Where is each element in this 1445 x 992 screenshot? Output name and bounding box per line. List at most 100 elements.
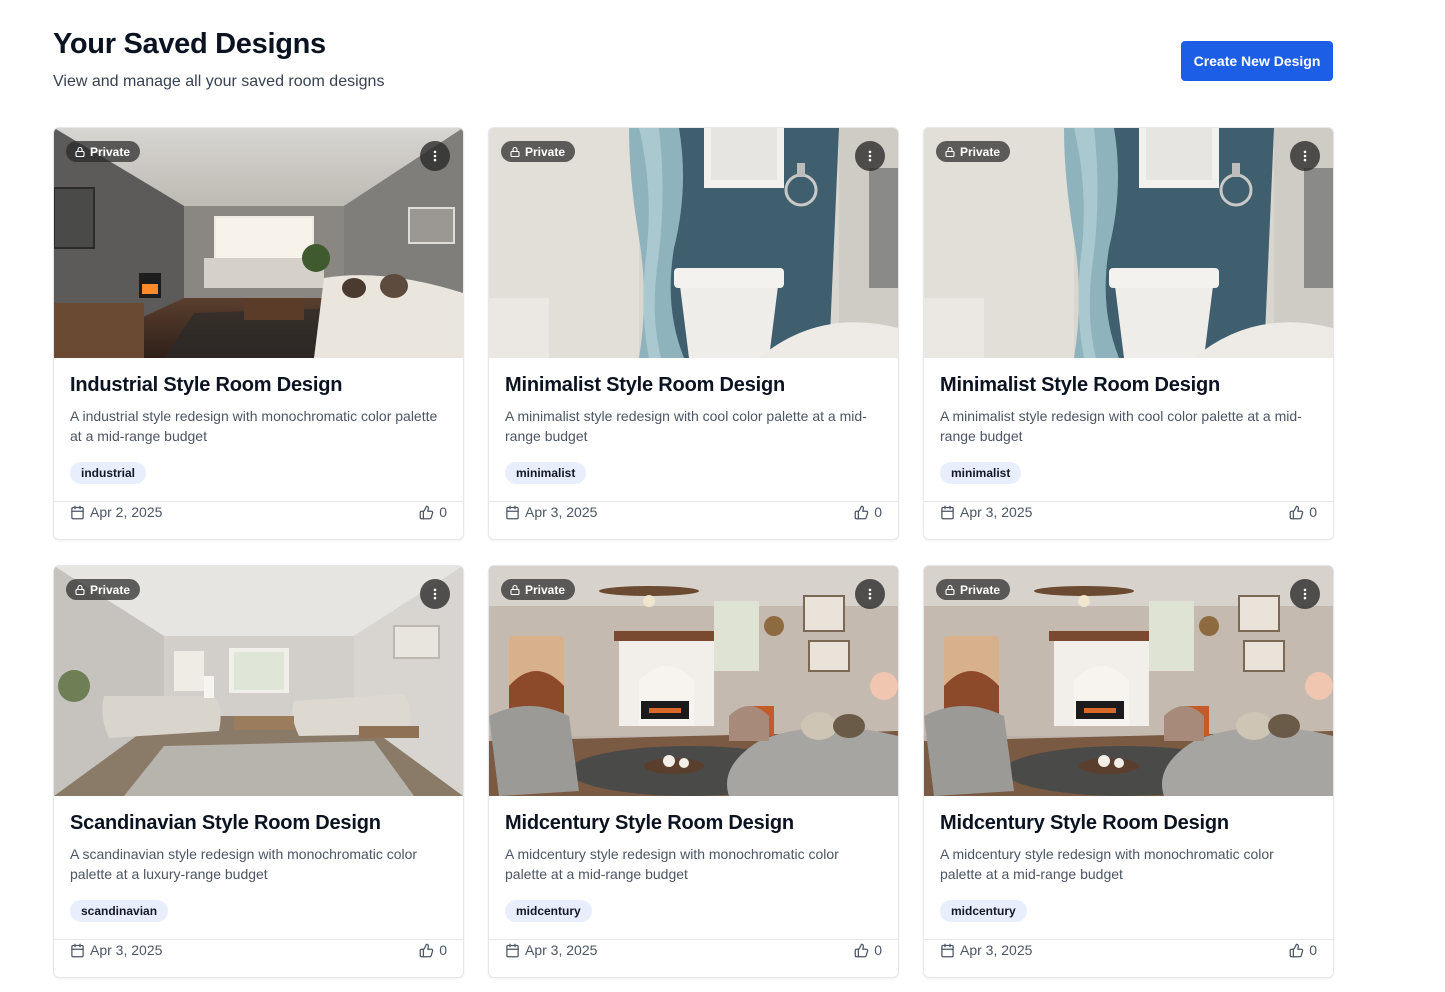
design-card[interactable]: Private Industrial Style Room Design A i… <box>53 127 464 540</box>
card-description: A midcentury style redesign with monochr… <box>505 846 839 882</box>
card-title[interactable]: Minimalist Style Room Design <box>505 374 882 397</box>
card-date: Apr 2, 2025 <box>70 504 162 520</box>
card-body: Minimalist Style Room Design A minimalis… <box>940 358 1317 484</box>
card-body: Industrial Style Room Design A industria… <box>70 358 447 484</box>
card-menu-button[interactable] <box>420 579 450 609</box>
visibility-label: Private <box>960 582 1001 597</box>
design-thumbnail[interactable]: Private <box>54 566 463 796</box>
date-text: Apr 3, 2025 <box>525 942 598 958</box>
like-button[interactable]: 0 <box>419 942 447 958</box>
like-button[interactable]: 0 <box>419 504 447 520</box>
date-text: Apr 3, 2025 <box>960 942 1033 958</box>
design-thumbnail[interactable]: Private <box>54 128 463 358</box>
card-title[interactable]: Minimalist Style Room Design <box>940 374 1317 397</box>
design-thumbnail[interactable]: Private <box>489 566 898 796</box>
saved-designs-page: Your Saved Designs View and manage all y… <box>0 0 1445 992</box>
more-vertical-icon <box>1303 588 1307 600</box>
create-new-design-button[interactable]: Create New Design <box>1181 41 1333 81</box>
card-menu-button[interactable] <box>1290 579 1320 609</box>
style-tag[interactable]: scandinavian <box>70 900 169 922</box>
card-menu-button[interactable] <box>855 579 885 609</box>
likes-count: 0 <box>439 942 447 958</box>
card-footer: Apr 3, 2025 0 <box>489 501 898 539</box>
style-tag[interactable]: midcentury <box>940 900 1027 922</box>
minimalist-bathroom-image <box>489 128 898 358</box>
design-card[interactable]: Private Minimalist Style Room Design A m… <box>488 127 899 540</box>
visibility-label: Private <box>90 582 131 597</box>
card-title[interactable]: Midcentury Style Room Design <box>505 812 882 835</box>
visibility-label: Private <box>525 144 566 159</box>
card-menu-button[interactable] <box>855 141 885 171</box>
private-badge: Private <box>501 579 576 600</box>
private-badge: Private <box>936 579 1011 600</box>
thumbs-up-icon <box>854 505 869 519</box>
calendar-icon <box>941 943 954 957</box>
card-description: A scandinavian style redesign with monoc… <box>70 846 418 882</box>
card-body: Scandinavian Style Room Design A scandin… <box>70 796 447 922</box>
card-description: A minimalist style redesign with cool co… <box>505 408 867 444</box>
likes-count: 0 <box>874 942 882 958</box>
design-card[interactable]: Private Midcentury Style Room Design A m… <box>923 565 1334 978</box>
card-description: A minimalist style redesign with cool co… <box>940 408 1302 444</box>
private-badge: Private <box>501 141 576 162</box>
card-title[interactable]: Scandinavian Style Room Design <box>70 812 447 835</box>
date-text: Apr 3, 2025 <box>525 504 598 520</box>
calendar-icon <box>941 505 954 519</box>
likes-count: 0 <box>1309 504 1317 520</box>
like-button[interactable]: 0 <box>1289 942 1317 958</box>
lock-icon <box>75 146 85 157</box>
date-text: Apr 3, 2025 <box>90 942 163 958</box>
card-description: A industrial style redesign with monochr… <box>70 408 438 444</box>
likes-count: 0 <box>439 504 447 520</box>
like-button[interactable]: 0 <box>854 504 882 520</box>
visibility-label: Private <box>525 582 566 597</box>
card-body: Minimalist Style Room Design A minimalis… <box>505 358 882 484</box>
card-title[interactable]: Midcentury Style Room Design <box>940 812 1317 835</box>
midcentury-living-room-image <box>489 566 898 796</box>
style-tag[interactable]: minimalist <box>940 462 1022 484</box>
card-menu-button[interactable] <box>420 141 450 171</box>
design-card[interactable]: Private Minimalist Style Room Design A m… <box>923 127 1334 540</box>
card-body: Midcentury Style Room Design A midcentur… <box>940 796 1317 922</box>
card-date: Apr 3, 2025 <box>505 942 597 958</box>
page-subtitle: View and manage all your saved room desi… <box>53 73 385 90</box>
private-badge: Private <box>66 141 141 162</box>
calendar-icon <box>506 943 519 957</box>
private-badge: Private <box>936 141 1011 162</box>
visibility-label: Private <box>90 144 131 159</box>
more-vertical-icon <box>868 588 872 600</box>
design-card[interactable]: Private Scandinavian Style Room Design A… <box>53 565 464 978</box>
like-button[interactable]: 0 <box>1289 504 1317 520</box>
thumbs-up-icon <box>419 943 434 957</box>
calendar-icon <box>71 943 84 957</box>
style-tag[interactable]: minimalist <box>505 462 587 484</box>
visibility-label: Private <box>960 144 1001 159</box>
style-tag[interactable]: midcentury <box>505 900 592 922</box>
design-thumbnail[interactable]: Private <box>924 566 1333 796</box>
card-menu-button[interactable] <box>1290 141 1320 171</box>
card-footer: Apr 3, 2025 0 <box>924 939 1333 977</box>
date-text: Apr 3, 2025 <box>960 504 1033 520</box>
likes-count: 0 <box>1309 942 1317 958</box>
thumbs-up-icon <box>1289 943 1304 957</box>
private-badge: Private <box>66 579 141 600</box>
card-body: Midcentury Style Room Design A midcentur… <box>505 796 882 922</box>
more-vertical-icon <box>1303 150 1307 162</box>
design-card[interactable]: Private Midcentury Style Room Design A m… <box>488 565 899 978</box>
like-button[interactable]: 0 <box>854 942 882 958</box>
industrial-living-room-image <box>54 128 463 358</box>
design-thumbnail[interactable]: Private <box>924 128 1333 358</box>
card-date: Apr 3, 2025 <box>940 942 1032 958</box>
scandinavian-living-room-image <box>54 566 463 796</box>
more-vertical-icon <box>433 150 437 162</box>
minimalist-bathroom-image <box>924 128 1333 358</box>
page-title: Your Saved Designs <box>53 28 326 60</box>
design-thumbnail[interactable]: Private <box>489 128 898 358</box>
lock-icon <box>510 146 520 157</box>
card-title[interactable]: Industrial Style Room Design <box>70 374 447 397</box>
card-footer: Apr 2, 2025 0 <box>54 501 463 539</box>
style-tag[interactable]: industrial <box>70 462 147 484</box>
thumbs-up-icon <box>419 505 434 519</box>
designs-grid: Private Industrial Style Room Design A i… <box>53 127 1334 978</box>
lock-icon <box>75 584 85 595</box>
